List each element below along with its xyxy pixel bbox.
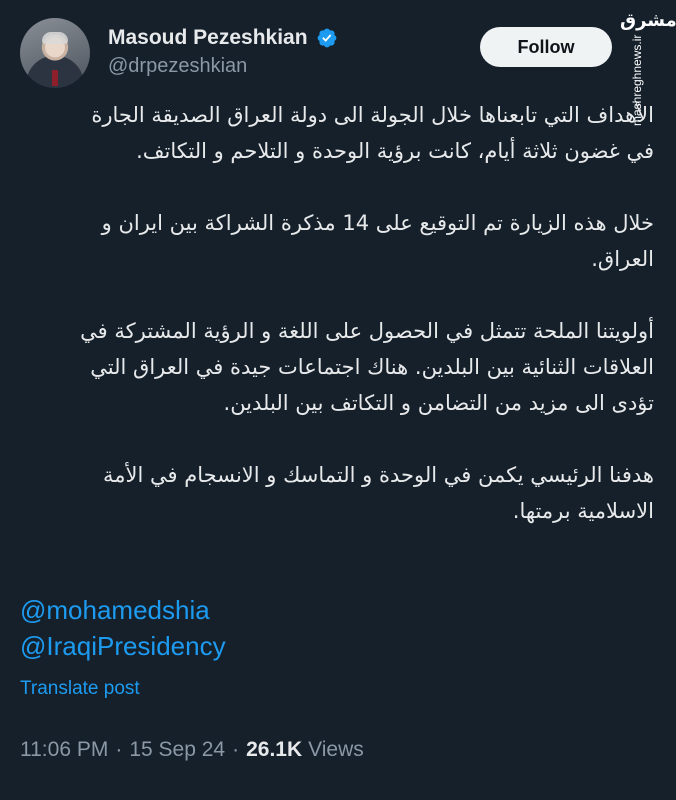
- avatar-tie: [52, 70, 58, 86]
- tweet-paragraph: هدفنا الرئيسي يكمن في الوحدة و التماسك و…: [103, 463, 654, 523]
- avatar-hair: [42, 32, 68, 44]
- avatar[interactable]: [20, 18, 90, 88]
- tweet-paragraph: خلال هذه الزيارة تم التوقيع على 14 مذكرة…: [101, 211, 654, 271]
- tweet-date[interactable]: 15 Sep 24: [129, 738, 225, 762]
- author-handle[interactable]: @drpezeshkian: [108, 55, 247, 78]
- tweet-paragraph: الأهداف التي تابعناها خلال الجولة الى دو…: [91, 103, 654, 163]
- mentions: @mohamedshia @IraqiPresidency: [20, 592, 226, 664]
- tweet-meta: 11:06 PM · 15 Sep 24 · 26.1K Views: [20, 738, 364, 762]
- views-count: 26.1K: [246, 738, 303, 761]
- tweet-card: Masoud Pezeshkian @drpezeshkian Follow م…: [0, 0, 676, 800]
- mention-link[interactable]: @mohamedshia: [20, 592, 226, 628]
- tweet-paragraph: أولويتنا الملحة تتمثل في الحصول على اللغ…: [80, 319, 654, 415]
- tweet-text: الأهداف التي تابعناها خلال الجولة الى دو…: [14, 97, 654, 565]
- verified-badge-icon: [317, 28, 336, 48]
- author-name-row: Masoud Pezeshkian: [108, 26, 338, 50]
- mention-link[interactable]: @IraqiPresidency: [20, 628, 226, 664]
- watermark-logo: مشرق: [620, 10, 676, 31]
- follow-button[interactable]: Follow: [480, 27, 612, 67]
- views-label: Views: [308, 738, 364, 761]
- author-name[interactable]: Masoud Pezeshkian: [108, 26, 308, 50]
- meta-separator: ·: [232, 738, 240, 761]
- meta-separator: ·: [115, 738, 123, 761]
- tweet-time[interactable]: 11:06 PM: [20, 738, 108, 762]
- translate-post-link[interactable]: Translate post: [20, 678, 140, 700]
